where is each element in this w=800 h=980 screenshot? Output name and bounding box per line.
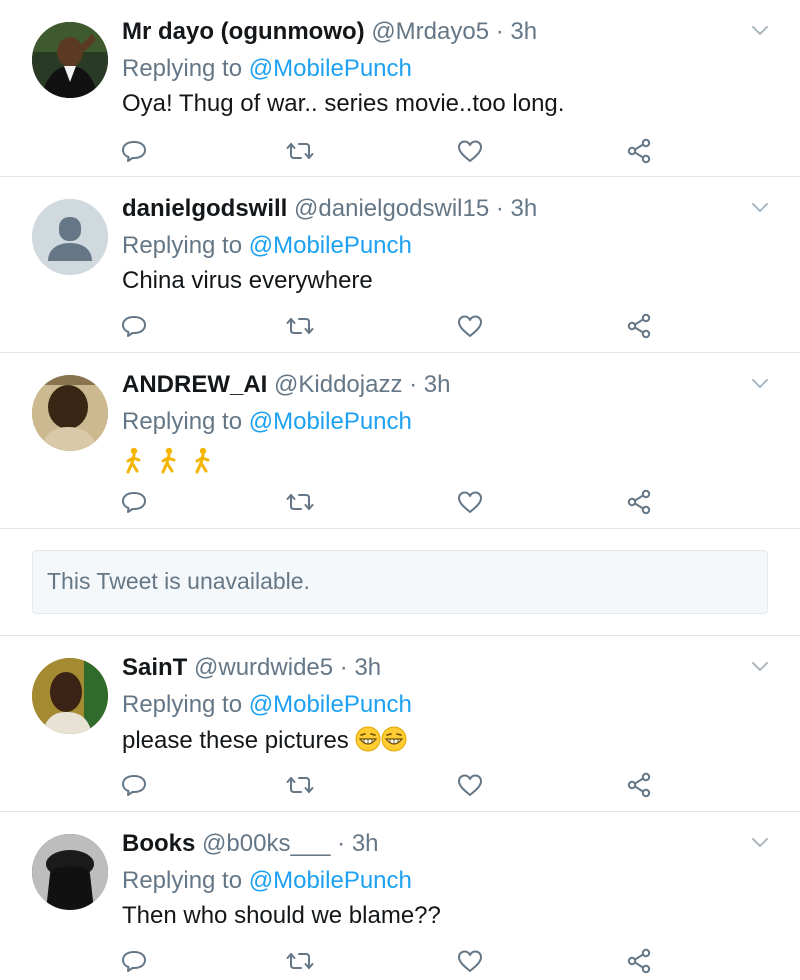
replying-to: Replying to @MobilePunch: [122, 691, 412, 719]
user-handle[interactable]: @b00ks___: [202, 830, 330, 857]
tweet-header: ANDREW_AI @Kiddojazz · 3h: [122, 371, 451, 399]
reply-icon[interactable]: [117, 134, 151, 168]
avatar[interactable]: [32, 375, 108, 451]
tweet-item[interactable]: Mr dayo (ogunmowo) @Mrdayo5 · 3h Replyin…: [0, 0, 800, 176]
tweet-item[interactable]: ANDREW_AI @Kiddojazz · 3h Replying to @M…: [0, 353, 800, 528]
action-bar: [0, 309, 800, 345]
tweet-header: Books @b00ks___ · 3h: [122, 830, 379, 858]
chevron-down-icon[interactable]: [750, 660, 770, 674]
display-name[interactable]: ANDREW_AI: [122, 371, 267, 398]
tweet-item[interactable]: SainT @wurdwide5 · 3h Replying to @Mobil…: [0, 636, 800, 811]
retweet-icon[interactable]: [283, 944, 317, 978]
replying-prefix: Replying to: [122, 232, 243, 259]
display-name[interactable]: SainT: [122, 654, 187, 681]
replying-prefix: Replying to: [122, 691, 243, 718]
retweet-icon[interactable]: [283, 134, 317, 168]
share-icon[interactable]: [623, 768, 657, 802]
separator: ·: [339, 654, 348, 681]
avatar[interactable]: [32, 22, 108, 98]
timestamp[interactable]: 3h: [354, 654, 381, 681]
retweet-icon[interactable]: [283, 768, 317, 802]
grinning-face-emoji: [355, 726, 381, 752]
share-icon[interactable]: [623, 309, 657, 343]
retweet-icon[interactable]: [283, 485, 317, 519]
reply-icon[interactable]: [117, 768, 151, 802]
avatar[interactable]: [32, 199, 108, 275]
separator: ·: [337, 830, 346, 857]
avatar[interactable]: [32, 834, 108, 910]
like-icon[interactable]: [453, 134, 487, 168]
like-icon[interactable]: [453, 944, 487, 978]
separator: ·: [495, 18, 504, 45]
unavailable-tweet-notice: This Tweet is unavailable.: [32, 550, 768, 614]
mention-link[interactable]: @MobilePunch: [249, 408, 412, 435]
user-handle[interactable]: @wurdwide5: [194, 654, 333, 681]
user-handle[interactable]: @Mrdayo5: [371, 18, 489, 45]
separator: ·: [409, 371, 418, 398]
replying-to: Replying to @MobilePunch: [122, 232, 412, 260]
tweet-header: Mr dayo (ogunmowo) @Mrdayo5 · 3h: [122, 18, 537, 46]
mention-link[interactable]: @MobilePunch: [249, 55, 412, 82]
person-walking-emoji: [191, 447, 215, 475]
timestamp[interactable]: 3h: [511, 195, 538, 222]
tweet-header: danielgodswill @danielgodswil15 · 3h: [122, 195, 537, 223]
action-bar: [0, 944, 800, 980]
share-icon[interactable]: [623, 134, 657, 168]
action-bar: [0, 768, 800, 804]
chevron-down-icon[interactable]: [750, 377, 770, 391]
timestamp[interactable]: 3h: [352, 830, 379, 857]
avatar[interactable]: [32, 658, 108, 734]
unavailable-text: This Tweet is unavailable.: [47, 568, 310, 594]
retweet-icon[interactable]: [283, 309, 317, 343]
tweet-text: Then who should we blame??: [122, 902, 441, 929]
replying-prefix: Replying to: [122, 55, 243, 82]
like-icon[interactable]: [453, 485, 487, 519]
person-walking-emoji: [122, 447, 146, 475]
tweet-text: please these pictures: [122, 726, 407, 755]
like-icon[interactable]: [453, 768, 487, 802]
tweet-item[interactable]: danielgodswill @danielgodswil15 · 3h Rep…: [0, 177, 800, 352]
tweet-header: SainT @wurdwide5 · 3h: [122, 654, 381, 682]
chevron-down-icon[interactable]: [750, 836, 770, 850]
replying-to: Replying to @MobilePunch: [122, 55, 412, 83]
timestamp[interactable]: 3h: [510, 18, 537, 45]
tweet-text: [122, 446, 219, 475]
chevron-down-icon[interactable]: [750, 24, 770, 38]
tweet-item[interactable]: Books @b00ks___ · 3h Replying to @Mobile…: [0, 812, 800, 980]
mention-link[interactable]: @MobilePunch: [249, 232, 412, 259]
share-icon[interactable]: [623, 944, 657, 978]
reply-icon[interactable]: [117, 485, 151, 519]
user-handle[interactable]: @Kiddojazz: [274, 371, 402, 398]
action-bar: [0, 485, 800, 521]
tweet-text: China virus everywhere: [122, 267, 373, 294]
chevron-down-icon[interactable]: [750, 201, 770, 215]
like-icon[interactable]: [453, 309, 487, 343]
replying-to: Replying to @MobilePunch: [122, 867, 412, 895]
reply-icon[interactable]: [117, 944, 151, 978]
timestamp[interactable]: 3h: [424, 371, 451, 398]
share-icon[interactable]: [623, 485, 657, 519]
grinning-face-emoji: [381, 726, 407, 752]
replying-to: Replying to @MobilePunch: [122, 408, 412, 436]
reply-icon[interactable]: [117, 309, 151, 343]
replying-prefix: Replying to: [122, 408, 243, 435]
tweet-feed: Mr dayo (ogunmowo) @Mrdayo5 · 3h Replyin…: [0, 0, 800, 980]
tweet-text: Oya! Thug of war.. series movie..too lon…: [122, 90, 565, 117]
replying-prefix: Replying to: [122, 867, 243, 894]
user-handle[interactable]: @danielgodswil15: [294, 195, 489, 222]
person-walking-emoji: [157, 447, 181, 475]
display-name[interactable]: danielgodswill: [122, 195, 287, 222]
display-name[interactable]: Books: [122, 830, 195, 857]
display-name[interactable]: Mr dayo (ogunmowo): [122, 18, 365, 45]
mention-link[interactable]: @MobilePunch: [249, 691, 412, 718]
mention-link[interactable]: @MobilePunch: [249, 867, 412, 894]
separator: ·: [495, 195, 504, 222]
divider: [0, 528, 800, 529]
tweet-text-content: please these pictures: [122, 727, 349, 754]
action-bar: [0, 134, 800, 170]
